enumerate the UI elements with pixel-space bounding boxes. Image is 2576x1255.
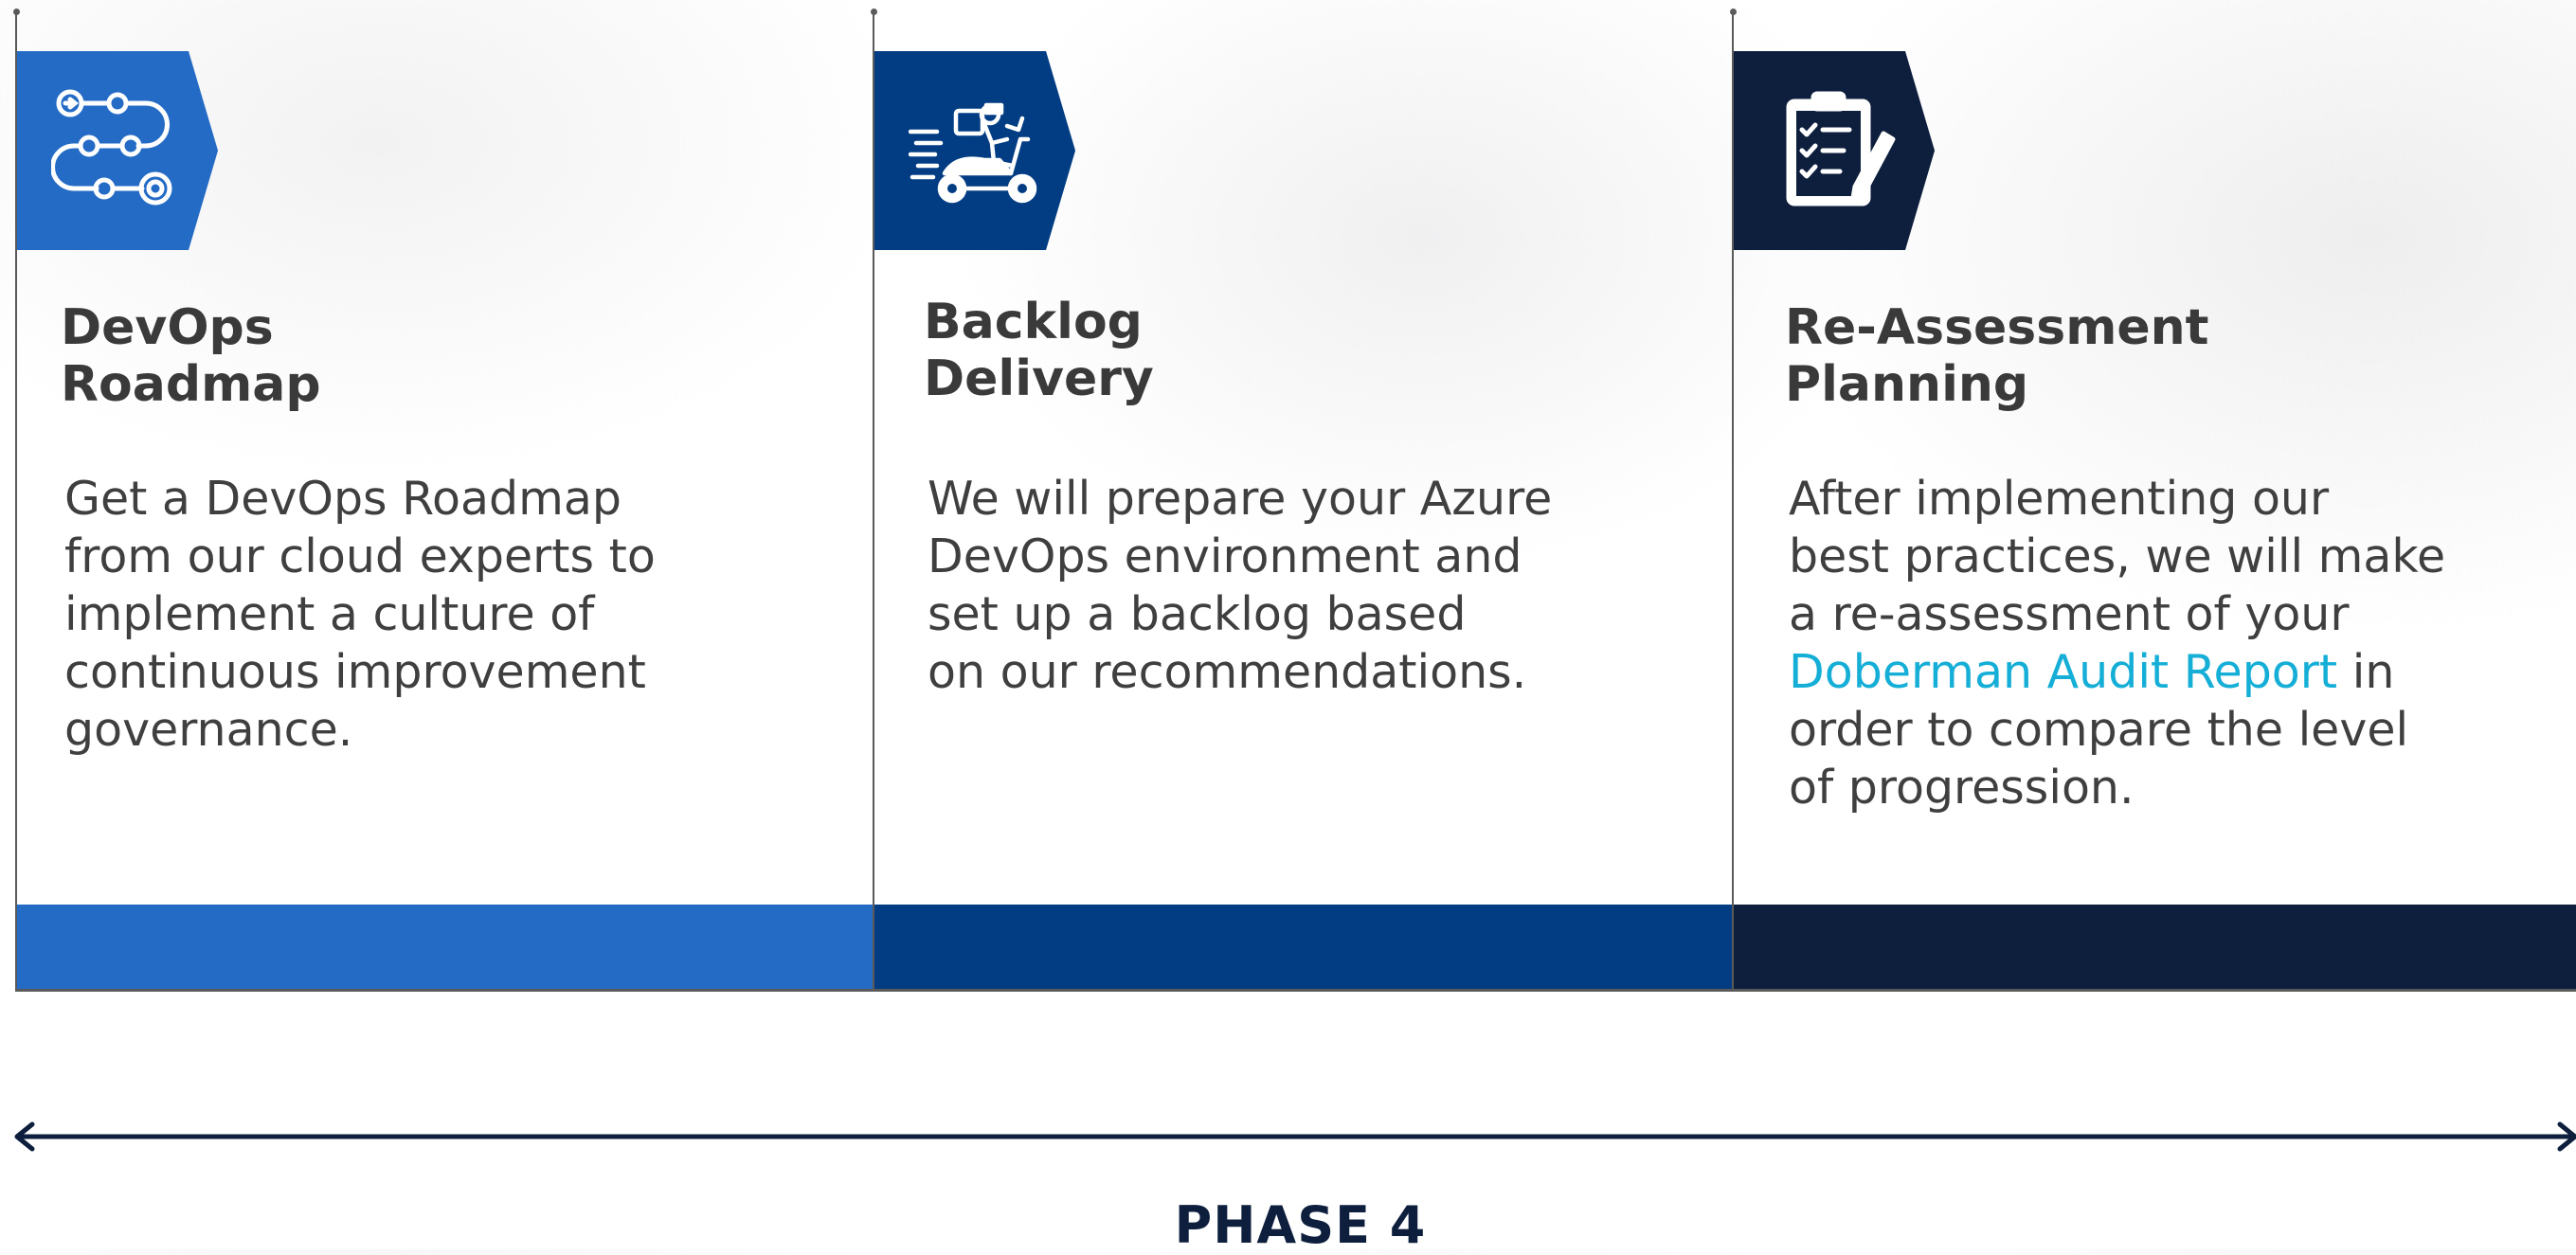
step-3-description: After implementing our best practices, w… [1789,470,2445,816]
delivery-scooter-icon [909,102,1037,204]
path-route-icon [51,89,172,206]
phase-label: PHASE 4 [1174,1195,1427,1255]
step-2-footer-bar [874,905,1732,990]
column-divider-dot-1 [13,9,20,15]
column-divider-dot-3 [1730,9,1737,15]
step-1-badge [17,51,218,250]
step-3-title: Re-Assessment Planning [1785,299,2209,413]
column-divider-dot-2 [871,9,877,15]
step-1-title: DevOps Roadmap [61,299,321,413]
bottom-baseline [15,989,2576,992]
step-3-badge [1734,51,1935,250]
step-1-footer-bar [17,905,873,990]
step-2-title: Backlog Delivery [924,294,1154,407]
checklist-clipboard-icon [1786,91,1896,206]
step-3-footer-bar [1734,905,2576,990]
doberman-audit-report-link[interactable]: Doberman Audit Report [1789,645,2337,699]
phase-timeline-arrow [14,1121,2576,1152]
step-2-description: We will prepare your Azure DevOps enviro… [928,472,1553,699]
step-2-badge [874,51,1075,250]
step-3-description-part-1: After implementing our best practices, w… [1789,472,2446,641]
step-1-description: Get a DevOps Roadmap from our cloud expe… [64,472,656,757]
